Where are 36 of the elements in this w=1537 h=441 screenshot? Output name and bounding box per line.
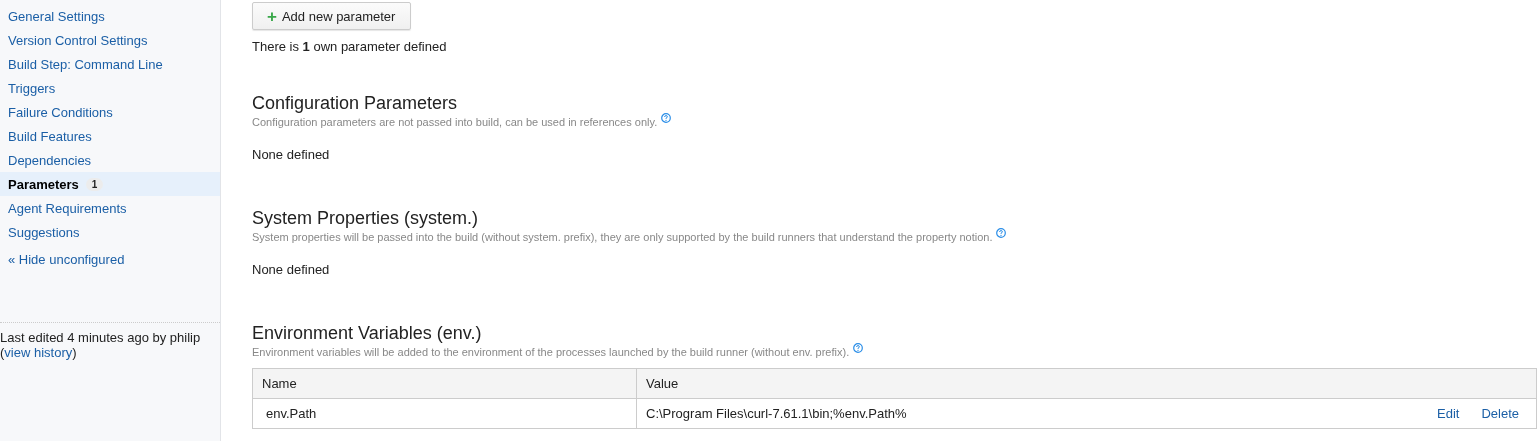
table-cell: C:\Program Files\curl-7.61.1\bin;%env.Path% [646,406,907,421]
sidebar-item[interactable]: Suggestions [0,220,220,244]
help-icon[interactable] [853,343,864,353]
section-title: Environment Variables (env.) [252,322,483,344]
sidebar-item[interactable]: Dependencies [0,148,220,172]
section-title: Configuration Parameters [252,92,459,114]
help-icon[interactable] [661,113,672,123]
sidebar-item[interactable]: Failure Conditions [0,100,220,124]
sidebar-item[interactable]: Version Control Settings [0,28,220,52]
add-parameter-button[interactable]: + Add new parameter [252,2,412,30]
view-history-link[interactable]: view history [4,345,73,360]
section-description: Configuration parameters are not passed into build, can be used in references only. [252,116,658,128]
delete-link[interactable]: Delete [1481,406,1519,421]
empty-message: None defined [252,147,331,162]
sidebar-item[interactable]: Parameters 1 [0,172,220,196]
section-description: Environment variables will be added to the environment of the processes launched by the build runner (without env. prefix). [252,346,850,358]
help-icon[interactable] [996,228,1007,238]
section-description: System properties will be passed into the build (without system. prefix), they are only supported by the build runners that understand the property notion. [252,231,993,243]
column-header: Name [252,368,637,399]
column-header: Value [636,368,1537,399]
empty-message: None defined [252,262,331,277]
parameter-count-text: There is 1 own parameter defined [252,39,448,54]
section-title: System Properties (system.) [252,207,480,229]
parenthesis: ( [0,345,5,360]
sidebar-item[interactable]: General Settings [0,4,220,28]
hide-unconfigured-link[interactable]: « Hide unconfigured [8,252,125,270]
edit-link[interactable]: Edit [1437,406,1460,421]
last-edited-text: Last edited 4 minutes ago by philip [0,330,201,345]
count-badge: 1 [85,177,104,191]
sidebar-item[interactable]: Build Step: Command Line [0,52,220,76]
parenthesis: ) [72,345,77,360]
plus-icon: + [267,7,277,25]
sidebar-item[interactable]: Agent Requirements [0,196,220,220]
sidebar-item[interactable]: Build Features [0,124,220,148]
table-cell: env.Path [252,398,637,429]
sidebar-item[interactable]: Triggers [0,76,220,100]
